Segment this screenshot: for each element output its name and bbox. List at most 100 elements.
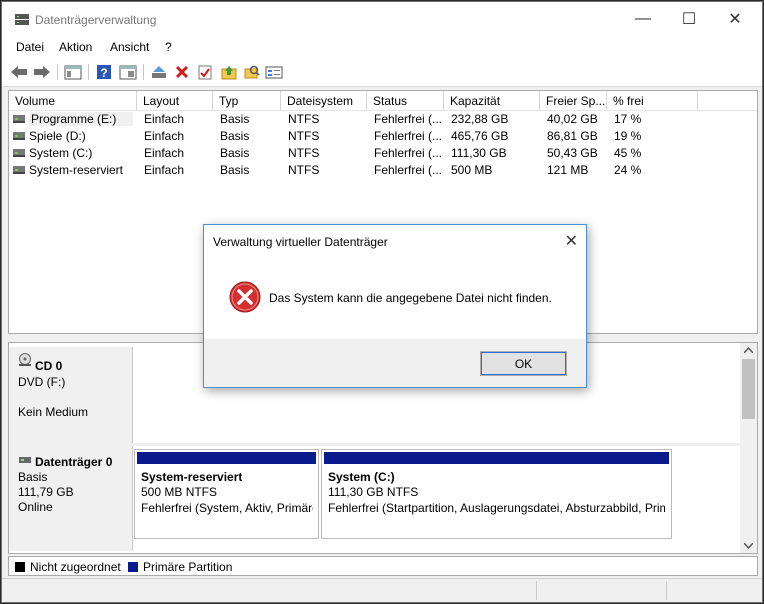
scroll-down-icon[interactable] <box>744 543 753 549</box>
menu-aktion[interactable]: Aktion <box>59 40 92 54</box>
partition-name: System (C:) <box>328 470 395 484</box>
disk0-state: Online <box>18 500 53 514</box>
cd-drive-icon <box>19 353 31 366</box>
drive-icon <box>13 166 25 174</box>
status-cell: Fehlerfrei (... <box>374 163 443 177</box>
dialog-title: Verwaltung virtueller Datenträger <box>213 235 388 249</box>
toolbar-separator <box>88 64 89 80</box>
typ-cell: Basis <box>220 112 250 126</box>
column-header-typ[interactable]: Typ <box>213 91 281 110</box>
title-bar: Datenträgerverwaltung — ☐ ✕ <box>2 2 762 36</box>
scrollbar-thumb[interactable] <box>742 359 755 419</box>
toolbar: ? <box>2 58 762 87</box>
app-window: Datenträgerverwaltung — ☐ ✕ Datei Aktion… <box>1 1 763 603</box>
svg-text:?: ? <box>100 66 107 80</box>
freier-speicher-cell: 50,43 GB <box>547 146 598 160</box>
typ-cell: Basis <box>220 129 250 143</box>
column-header-status[interactable]: Status <box>367 91 444 110</box>
partition-name: System-reserviert <box>141 470 243 484</box>
primary-partition-bar <box>137 452 316 464</box>
partition-status: Fehlerfrei (Startpartition, Auslagerungs… <box>328 501 665 515</box>
prozent-frei-cell: 24 % <box>614 163 642 177</box>
table-row[interactable]: Programme (E:) Einfach Basis NTFS Fehler… <box>9 111 709 128</box>
menu-ansicht[interactable]: Ansicht <box>110 40 149 54</box>
dateisystem-cell: NTFS <box>288 112 320 126</box>
menu-datei[interactable]: Datei <box>16 40 44 54</box>
kapazitaet-cell: 232,88 GB <box>451 112 509 126</box>
partition-system-c[interactable]: System (C:) 111,30 GB NTFS Fehlerfrei (S… <box>321 449 672 539</box>
volume-name: System (C:) <box>29 146 93 160</box>
toolbar-separator <box>143 64 144 80</box>
kapazitaet-cell: 465,76 GB <box>451 129 509 143</box>
cd-disk-label[interactable]: CD 0 DVD (F:) Kein Medium <box>9 347 133 443</box>
delete-icon[interactable] <box>172 63 192 81</box>
disk0-size: 111,79 GB <box>18 485 74 499</box>
freier-speicher-cell: 86,81 GB <box>547 129 598 143</box>
column-header-dateisystem[interactable]: Dateisystem <box>281 91 367 110</box>
layout-cell: Einfach <box>144 163 185 177</box>
prozent-frei-cell: 19 % <box>614 129 642 143</box>
column-header-layout[interactable]: Layout <box>137 91 213 110</box>
column-header-freier-speicher[interactable]: Freier Sp... <box>540 91 607 110</box>
dialog-close-button[interactable]: ✕ <box>565 231 578 251</box>
close-button[interactable]: ✕ <box>712 2 758 36</box>
legend-swatch-primary <box>128 562 138 572</box>
dateisystem-cell: NTFS <box>288 146 320 160</box>
disk0-label[interactable]: Datenträger 0 Basis 111,79 GB Online <box>9 446 133 551</box>
legend-primary: Primäre Partition <box>143 560 233 574</box>
partition-size: 111,30 GB NTFS <box>328 485 419 499</box>
forward-arrow-icon[interactable] <box>32 63 52 81</box>
properties-icon[interactable] <box>118 63 138 81</box>
view-icon[interactable] <box>264 63 284 81</box>
layout-cell: Einfach <box>144 112 185 126</box>
connect-disk-icon[interactable] <box>149 63 169 81</box>
table-row[interactable]: System (C:) Einfach Basis NTFS Fehlerfre… <box>9 145 709 162</box>
scroll-up-icon[interactable] <box>744 347 753 353</box>
layout-cell: Einfach <box>144 146 185 160</box>
partition-system-reserved[interactable]: System-reserviert 500 MB NTFS Fehlerfrei… <box>134 449 319 539</box>
hard-disk-icon <box>19 457 31 463</box>
column-header-volume[interactable]: Volume <box>9 91 137 110</box>
dialog-footer: OK <box>204 339 586 387</box>
console-tree-icon[interactable] <box>63 63 83 81</box>
search-folder-icon[interactable] <box>242 63 262 81</box>
menu-bar: Datei Aktion Ansicht ? <box>2 36 762 58</box>
freier-speicher-cell: 121 MB <box>547 163 589 177</box>
table-row[interactable]: Spiele (D:) Einfach Basis NTFS Fehlerfre… <box>9 128 709 145</box>
ok-button[interactable]: OK <box>480 351 567 376</box>
back-arrow-icon[interactable] <box>9 63 29 81</box>
volume-name: Programme (E:) <box>29 112 133 126</box>
status-divider <box>536 581 537 600</box>
maximize-icon: ☐ <box>681 11 697 28</box>
toolbar-separator <box>57 64 58 80</box>
table-row[interactable]: System-reserviert Einfach Basis NTFS Feh… <box>9 162 709 179</box>
typ-cell: Basis <box>220 163 250 177</box>
disk0-type: Basis <box>18 470 48 484</box>
vertical-scrollbar[interactable] <box>740 343 757 553</box>
volume-name: Spiele (D:) <box>29 129 86 143</box>
legend: Nicht zugeordnet Primäre Partition <box>8 556 758 576</box>
layout-cell: Einfach <box>144 129 185 143</box>
error-dialog: Verwaltung virtueller Datenträger ✕ Das … <box>203 224 587 388</box>
minimize-button[interactable]: — <box>620 2 666 36</box>
disk0-name: Datenträger 0 <box>35 455 113 469</box>
column-header-prozent-frei[interactable]: % frei <box>607 91 698 110</box>
column-header-kapazitaet[interactable]: Kapazität <box>444 91 540 110</box>
dateisystem-cell: NTFS <box>288 163 320 177</box>
help-icon[interactable]: ? <box>94 63 114 81</box>
check-icon[interactable] <box>195 63 215 81</box>
status-cell: Fehlerfrei (... <box>374 112 443 126</box>
window-title: Datenträgerverwaltung <box>35 13 157 27</box>
menu-help[interactable]: ? <box>165 40 172 54</box>
prozent-frei-cell: 45 % <box>614 146 642 160</box>
error-icon <box>229 281 261 313</box>
typ-cell: Basis <box>220 146 250 160</box>
partition-size: 500 MB NTFS <box>141 485 218 499</box>
kapazitaet-cell: 500 MB <box>451 163 493 177</box>
drive-icon <box>13 115 25 123</box>
drive-icon <box>13 132 25 140</box>
disk-management-icon <box>15 14 29 25</box>
maximize-button[interactable]: ☐ <box>666 2 712 36</box>
folder-up-icon[interactable] <box>219 63 239 81</box>
close-icon: ✕ <box>728 11 742 28</box>
